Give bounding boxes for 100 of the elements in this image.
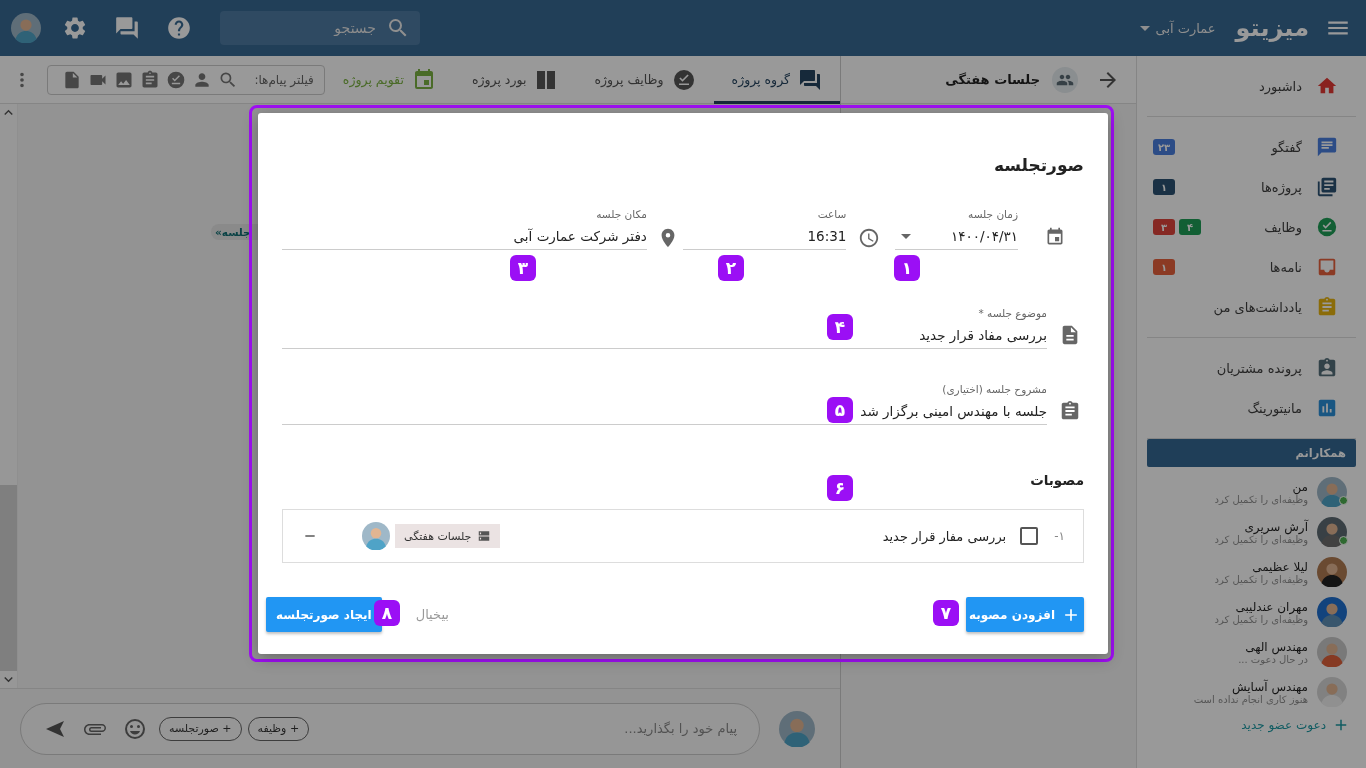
sidebar-item[interactable]: یادداشت‌های من — [1147, 287, 1356, 327]
app-logo: میزیتو — [1235, 14, 1309, 42]
sidebar-item[interactable]: گفتگو ۲۳ — [1147, 127, 1356, 167]
count-badge: ۲۳ — [1153, 139, 1175, 155]
step-marker: ۴ — [827, 314, 853, 340]
colleague-item[interactable]: آرش سریری وظیفه‌ای را تکمیل کرد — [1137, 512, 1366, 552]
invite-link[interactable]: دعوت عضو جدید — [1241, 715, 1350, 735]
message-field[interactable]: پیام خود را بگذارید... + وظیفه + صورتجلسه — [20, 702, 760, 755]
step-marker: ۵ — [827, 397, 853, 423]
dialog-title: صورتجلسه — [992, 154, 1084, 177]
item-label: مانیتورینگ — [1246, 400, 1302, 416]
avatar — [1317, 597, 1347, 627]
avatar — [1317, 517, 1347, 547]
colleague-item[interactable]: مهران عندلیبی وظیفه‌ای را تکمیل کرد — [1137, 592, 1366, 632]
field-value: بررسی مفاد قرار جدید — [919, 326, 1047, 346]
item-number: ۱- — [1054, 529, 1065, 543]
field-value: ۱۴۰۰/۰۴/۳۱ — [950, 227, 1018, 246]
avatar — [779, 710, 815, 747]
field-label: موضوع جلسه * — [977, 306, 1047, 320]
approval-text: بررسی مفار قرار جدید — [881, 528, 1007, 544]
avatar — [362, 522, 390, 550]
filter-bar: فیلتر پیام‌ها: — [47, 64, 325, 95]
channel-title: جلسات هفتگی — [945, 72, 1040, 87]
colleague-item[interactable]: مهندس آسایش هنوز کاری انجام نداده است — [1137, 672, 1366, 712]
settings-icon[interactable] — [62, 15, 88, 41]
checkbox[interactable] — [1020, 527, 1039, 545]
avatar — [11, 13, 41, 43]
calendar-icon[interactable] — [1045, 227, 1065, 247]
member-status: هنوز کاری انجام نداده است — [1193, 693, 1308, 705]
item-label: نامه‌ها — [1268, 259, 1302, 275]
section-header: همکارانم — [1147, 439, 1356, 467]
field-label: مکان جلسه — [595, 207, 647, 221]
tab[interactable]: گروه پروژه — [713, 55, 840, 104]
member-status: وظیفه‌ای را تکمیل کرد — [1214, 613, 1308, 625]
count-badge: ۴ — [1179, 219, 1201, 235]
sidebar-item[interactable]: پرونده مشتریان — [1147, 348, 1356, 388]
create-button[interactable]: ایجاد صورتجلسه — [266, 597, 382, 632]
add-approval-button[interactable]: افزودن مصوبه — [966, 597, 1084, 632]
member-name: من — [1292, 479, 1308, 494]
member-name: مهران عندلیبی — [1234, 599, 1308, 614]
count-badge: ۳ — [1153, 219, 1175, 235]
step-marker: ۷ — [933, 600, 959, 626]
item-label: یادداشت‌های من — [1212, 299, 1302, 315]
clipboard-icon[interactable] — [1059, 400, 1081, 422]
sidebar-item[interactable]: پروژه‌ها ۱ — [1147, 167, 1356, 207]
sidebar-item[interactable]: نامه‌ها ۱ — [1147, 247, 1356, 287]
count-badge: ۱ — [1153, 259, 1175, 275]
member-name: مهندس آسایش — [1231, 679, 1308, 694]
project-tag: جلسات هفتگی — [395, 524, 501, 548]
cancel-button[interactable]: بیخیال — [415, 607, 449, 622]
section-title: مصوبات — [1030, 471, 1084, 490]
scrollbar-thumb[interactable] — [0, 485, 17, 671]
step-marker: ۲ — [718, 255, 744, 281]
item-label: داشبورد — [1258, 78, 1302, 94]
workspace-dropdown[interactable]: عمارت آبی — [1139, 20, 1216, 36]
search-field[interactable]: جستجو — [220, 11, 420, 45]
member-name: آرش سریری — [1244, 519, 1308, 534]
date-field[interactable]: زمان جلسه ۱۴۰۰/۰۴/۳۱ — [895, 207, 1018, 250]
caret-icon[interactable] — [901, 233, 912, 239]
field-value: 16:31 — [807, 227, 847, 246]
avatar — [1317, 477, 1347, 507]
tab[interactable]: بورد پروژه — [453, 55, 577, 104]
item-label: گفتگو — [1270, 139, 1302, 155]
field-label: مشروح جلسه (اختیاری) — [941, 382, 1047, 396]
avatar — [1317, 677, 1347, 707]
emoji-icon[interactable] — [123, 716, 147, 741]
step-marker: ۶ — [827, 475, 853, 501]
caret-icon — [1139, 25, 1150, 31]
member-name: لیلا عظیمی — [1251, 559, 1308, 574]
avatar — [1317, 557, 1347, 587]
sidebar-item[interactable]: مانیتورینگ — [1147, 388, 1356, 428]
member-status: وظیفه‌ای را تکمیل کرد — [1214, 493, 1308, 505]
member-name: مهندس الهی — [1244, 639, 1308, 654]
field-label: زمان جلسه — [967, 207, 1018, 221]
sidebar-item[interactable]: وظایف ۴ ۳ — [1147, 207, 1356, 247]
item-label: پروژه‌ها — [1260, 179, 1302, 195]
stack-icon — [477, 529, 492, 543]
item-label: وظایف — [1263, 219, 1302, 235]
step-marker: ۸ — [374, 600, 400, 626]
clipboard-icon[interactable] — [140, 69, 161, 90]
place-field[interactable]: مکان جلسه دفتر شرکت عمارت آبی — [282, 207, 647, 250]
avatar — [1317, 637, 1347, 667]
message-input[interactable]: پیام خود را بگذارید... — [315, 703, 759, 754]
sidebar-item[interactable]: داشبورد — [1147, 66, 1356, 106]
colleague-item[interactable]: من وظیفه‌ای را تکمیل کرد — [1137, 472, 1366, 512]
step-marker: ۱ — [894, 255, 920, 281]
colleague-item[interactable]: لیلا عظیمی وظیفه‌ای را تکمیل کرد — [1137, 552, 1366, 592]
member-status: وظیفه‌ای را تکمیل کرد — [1214, 573, 1308, 585]
field-label: ساعت — [816, 207, 847, 221]
member-status: وظیفه‌ای را تکمیل کرد — [1214, 533, 1308, 545]
item-label: پرونده مشتریان — [1215, 360, 1302, 376]
tab[interactable]: وظایف پروژه — [576, 55, 714, 104]
member-status: در حال دعوت ... — [1238, 653, 1308, 665]
field-value: جلسه با مهندس امینی برگزار شد — [860, 402, 1047, 422]
help-icon[interactable] — [166, 15, 192, 41]
clock-icon[interactable] — [858, 227, 881, 249]
count-badge: ۱ — [1153, 179, 1175, 195]
step-marker: ۳ — [510, 255, 536, 281]
chat-icon[interactable] — [114, 15, 140, 41]
colleague-item[interactable]: مهندس الهی در حال دعوت ... — [1137, 632, 1366, 672]
